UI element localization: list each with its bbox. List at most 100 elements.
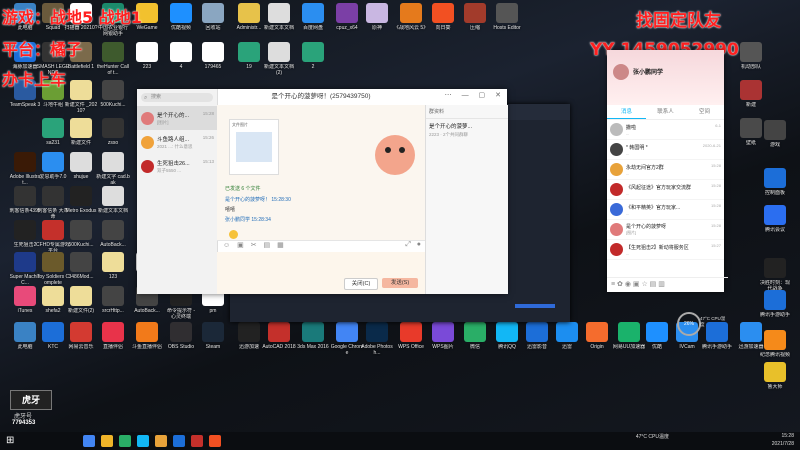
desktop-icon[interactable]: 3ds Max 2016 (296, 322, 330, 356)
qq-message-item[interactable]: 【生死狙击2】新动将服务区... 15:27 (607, 240, 724, 260)
qq-message-item[interactable]: 撒啦... 6-1 (607, 120, 724, 140)
taskbar-app-icon[interactable] (155, 435, 167, 447)
gif-icon[interactable]: ▣ (237, 242, 244, 249)
taskbar-app-icon[interactable] (173, 435, 185, 447)
desktop-icon[interactable]: 优酷 (640, 322, 674, 356)
taskbar-app-icon[interactable] (83, 435, 95, 447)
desktop-icon[interactable]: 179465 (196, 42, 230, 76)
chat-window[interactable]: ⌕ 搜索 是个开心的... [图片] 15:28 斗鱼路人组... 2021 ...: … (137, 89, 508, 294)
desktop-icon[interactable]: 《战地风云 5》 (394, 3, 428, 37)
qq-message-item[interactable]: 是个开心的菠萝呀 [图片] 15:28 (607, 220, 724, 240)
taskbar-app-icon[interactable] (191, 435, 203, 447)
desktop-icon[interactable]: AutoCAD 2018 (262, 322, 296, 356)
start-button[interactable]: ⊞ (6, 434, 20, 448)
desktop-icon-label: 新建文件(2) (67, 308, 95, 314)
desktop-icon[interactable]: Metro Exodus (64, 186, 98, 220)
emoji-icon[interactable]: ☺ (223, 242, 230, 249)
desktop-icon[interactable]: 百度网盘 (296, 3, 330, 37)
desktop-icon[interactable]: 新建文件(2) (64, 286, 98, 320)
desktop-icon[interactable]: 新建文本文档(2) (262, 42, 296, 76)
desktop-icon[interactable]: 腾讯会议 (758, 205, 792, 239)
desktop-icon[interactable]: 19 (232, 42, 266, 76)
taskbar-app-icon[interactable] (119, 435, 131, 447)
taskbar-app-icon[interactable] (137, 435, 149, 447)
send-button[interactable]: 发送(S) (382, 278, 418, 288)
folder-icon[interactable]: ▤ (264, 242, 271, 249)
desktop-icon[interactable]: Adobe Photosh... (360, 322, 394, 356)
scissors-icon[interactable]: ✂ (251, 242, 257, 249)
qq-message-item[interactable]: 永劫无间官方2群... 15:28 (607, 160, 724, 180)
conversation-item[interactable]: 是个开心的... [图片] 15:28 (137, 106, 217, 130)
desktop-icon[interactable]: 优酷视频 (164, 3, 198, 37)
image-icon[interactable]: ▦ (277, 242, 284, 249)
desktop-icon[interactable]: 4 (164, 42, 198, 76)
desktop-icon[interactable]: Google Chrome (330, 322, 364, 356)
desktop-icon[interactable]: AutoBack... (96, 220, 130, 254)
desktop-icon[interactable]: 直播伴侣 (96, 322, 130, 356)
desktop-icon[interactable]: 原神 (360, 3, 394, 37)
desktop-icon[interactable]: 新建 (734, 80, 768, 114)
qq-message-item[interactable]: 《和平精英》官方玩家...... 15:28 (607, 200, 724, 220)
more-icon[interactable]: ● (417, 241, 421, 248)
app-icon (70, 322, 92, 342)
chat-search-input[interactable]: ⌕ 搜索 (141, 93, 213, 102)
desktop-icon[interactable]: 微信 (458, 322, 492, 356)
desktop-icon[interactable]: 3486Mod... (64, 252, 98, 286)
conversation-item[interactable]: 斗鱼路人组... 2021 ...: 什么意思 15:26 (137, 130, 217, 154)
taskbar-app-icon[interactable] (209, 435, 221, 447)
desktop-icon[interactable]: cpuz_x64 (330, 3, 364, 37)
desktop-icon[interactable]: 腾讯QQ (490, 322, 524, 356)
chat-input-box[interactable]: 关闭(C) 发送(S) (217, 252, 425, 294)
desktop-icon[interactable]: 回收站 (196, 3, 230, 37)
desktop-icon[interactable]: zsso (96, 118, 130, 152)
desktop-icon[interactable]: 500Kuchi... (64, 220, 98, 254)
system-tray[interactable]: 47°C CPU温度 15:28 2021/7/28 (636, 432, 794, 450)
desktop-icon[interactable]: 纪念腾讯视频 (758, 330, 792, 364)
qq-tab[interactable]: 联系人 (646, 105, 685, 119)
desktop-icon[interactable]: 迅游加速 (232, 322, 266, 356)
desktop-icon[interactable]: 新建文本文档 (96, 186, 130, 220)
desktop-icon[interactable]: 新建文件 _20210? (64, 80, 98, 114)
desktop-icon[interactable]: Administr... (232, 3, 266, 37)
desktop-icon[interactable]: 机动部队 (734, 42, 768, 76)
desktop-icon[interactable]: 新建文本文档 (262, 3, 296, 37)
qq-message-item[interactable]: 《风起征途》官方玩家交流群... 15:28 (607, 180, 724, 200)
desktop-icon[interactable]: Origin (580, 322, 614, 356)
desktop-icon[interactable]: 迅雷 (550, 322, 584, 356)
desktop-icon[interactable]: srcrHttp... (96, 286, 130, 320)
desktop-icon[interactable]: 迅雷影音 (520, 322, 554, 356)
desktop-icon[interactable]: OBS Studio (164, 322, 198, 356)
close-button[interactable]: 关闭(C) (344, 278, 378, 290)
qq-tab[interactable]: 消息 (607, 105, 646, 119)
expand-icon[interactable]: ⤢ (405, 241, 411, 249)
desktop-icon[interactable]: WPS图片 (426, 322, 460, 356)
desktop-icon[interactable]: Steam (196, 322, 230, 356)
desktop-icon[interactable]: 压缩 (458, 3, 492, 37)
desktop-icon[interactable]: 腾讯手游助手 (758, 290, 792, 324)
desktop-icon[interactable]: 223 (130, 42, 164, 76)
taskbar-app-icon[interactable] (101, 435, 113, 447)
desktop-icon[interactable]: shujue (64, 152, 98, 186)
desktop-icon[interactable]: 2 (296, 42, 330, 76)
file-card[interactable]: 文件图片 (229, 119, 279, 175)
conversation-item[interactable]: 生死狙击26... 双子5550 ... 15:13 (137, 154, 217, 178)
qq-main-panel[interactable]: 张小鹏同学 消息 联系人 空间 撒啦... 6-1 * 韩国明 *... 2020-6-2… (607, 50, 728, 292)
desktop-icon[interactable]: 控制面板 (758, 168, 792, 202)
qq-tab[interactable]: 空间 (685, 105, 724, 119)
desktop-icon[interactable]: 决胜时刻：现代战争 (758, 258, 792, 292)
desktop-icon[interactable]: 500Kuchi... (96, 80, 130, 114)
desktop-icon[interactable]: 123 (96, 252, 130, 286)
desktop-icon[interactable]: theHunter Call of t... (96, 42, 130, 76)
desktop-icon[interactable]: 斗鱼直播伴侣 (130, 322, 164, 356)
desktop-icon[interactable]: 鲁大师 (758, 362, 792, 396)
desktop-icon[interactable]: 游戏 (758, 120, 792, 154)
desktop-icon[interactable]: 向日葵 (426, 3, 460, 37)
desktop-icon[interactable]: 网易云音乐 (64, 322, 98, 356)
desktop-icon[interactable]: 新建文字 cad.bak (96, 152, 130, 186)
desktop-icon[interactable]: Hosts Editor (490, 3, 524, 37)
desktop-icon[interactable]: WPS Office (394, 322, 428, 356)
qq-message-item[interactable]: * 韩国明 *... 2020-6-21 (607, 140, 724, 160)
desktop-icon[interactable]: 新建文件 (64, 118, 98, 152)
qq-avatar[interactable] (613, 64, 629, 80)
window-controls[interactable]: ⋯ — ▢ ✕ (445, 91, 505, 99)
